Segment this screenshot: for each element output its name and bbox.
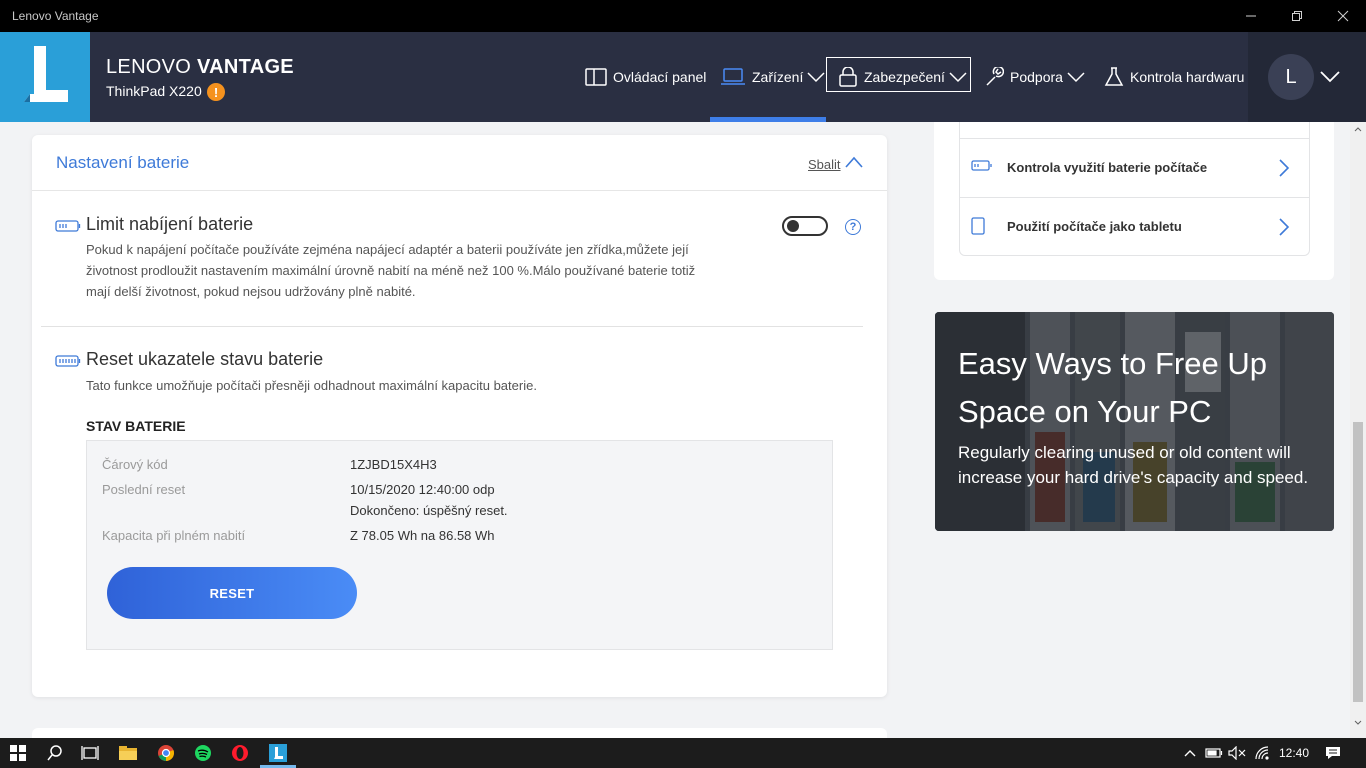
right-panel: Kontrola využití baterie počítače Použit… (910, 122, 1350, 738)
warning-icon[interactable]: ! (207, 83, 225, 101)
section-divider (41, 326, 863, 327)
capacity-label: Kapacita při plném nabití (102, 528, 246, 543)
laptop-icon (721, 68, 745, 85)
folder-icon (119, 746, 137, 760)
restore-button[interactable] (1274, 0, 1320, 32)
tablet-icon (971, 217, 985, 240)
search-button[interactable] (37, 738, 73, 768)
gauge-reset-description: Tato funkce umožňuje počítači přesněji o… (86, 378, 537, 393)
windows-icon (10, 745, 26, 761)
list-item-label: Kontrola využití baterie počítače (1007, 160, 1208, 175)
list-item[interactable]: Použití počítače jako tabletu (960, 197, 1309, 256)
card-header: Nastavení baterie Sbalit (32, 135, 887, 191)
quick-links-card: Kontrola využití baterie počítače Použit… (934, 122, 1334, 280)
battery-status-title: STAV BATERIE (86, 418, 186, 434)
list-item[interactable]: Kontrola využití baterie počítače (960, 138, 1309, 197)
chevron-down-icon (807, 72, 825, 83)
charge-limit-title: Limit nabíjení baterie (86, 214, 254, 234)
last-reset-value: 10/15/2020 12:40:00 odp (350, 482, 495, 497)
next-card (32, 728, 887, 738)
scroll-down-icon[interactable] (1354, 720, 1362, 726)
chrome-button[interactable] (148, 738, 184, 768)
nav-dashboard[interactable]: Ovládací panel (585, 32, 706, 122)
quick-links-list: Kontrola využití baterie počítače Použit… (959, 122, 1310, 256)
restore-icon (1292, 11, 1302, 21)
reset-button[interactable]: RESET (107, 567, 357, 619)
collapse-link[interactable]: Sbalit (808, 157, 841, 172)
battery-settings-card: Nastavení baterie Sbalit Limit nabíjení … (32, 135, 887, 697)
lenovo-vantage-taskbar-button[interactable] (260, 738, 296, 768)
main-content: Nastavení baterie Sbalit Limit nabíjení … (0, 122, 910, 738)
lenovo-l-logo-icon (24, 46, 68, 102)
close-icon (1337, 10, 1349, 22)
wifi-icon (1255, 746, 1269, 760)
last-reset-label: Poslední reset (102, 482, 186, 497)
spotify-button[interactable] (185, 738, 221, 768)
nav-support[interactable]: Podpora (984, 32, 1085, 122)
opera-icon (232, 745, 248, 761)
banner-text: Regularly clearing unused or old content… (958, 443, 1309, 487)
scrollbar[interactable] (1350, 122, 1366, 738)
gauge-reset-title: Reset ukazatele stavu baterie (86, 349, 324, 369)
taskbar-clock[interactable]: 12:40 (1279, 746, 1309, 760)
wrench-icon (986, 67, 1004, 86)
battery-full-icon (55, 354, 81, 372)
volume-muted-icon (1228, 746, 1246, 760)
chevron-right-icon (1278, 217, 1290, 242)
chrome-icon (158, 745, 174, 761)
battery-icon (55, 219, 81, 237)
file-explorer-button[interactable] (110, 738, 146, 768)
chevron-right-icon (1278, 158, 1290, 183)
window-title: Lenovo Vantage (12, 9, 99, 23)
nav-hardware-scan[interactable]: Kontrola hardwaru (1104, 32, 1244, 122)
chevron-up-icon (1184, 750, 1196, 757)
banner-title: Easy Ways to Free Up Space on Your PC (958, 346, 1267, 429)
dashboard-icon (585, 68, 607, 86)
charge-limit-toggle[interactable] (782, 216, 828, 236)
charge-limit-description: Pokud k napájení počítače používáte zejm… (86, 242, 696, 299)
battery-check-icon (971, 159, 993, 177)
chevron-down-icon (1067, 72, 1085, 83)
article-banner[interactable]: Easy Ways to Free Up Space on Your PC Re… (935, 312, 1334, 531)
scroll-up-icon[interactable] (1354, 126, 1362, 132)
window-titlebar: Lenovo Vantage (0, 0, 1366, 32)
app-header: LENOVO VANTAGE ThinkPad X220 ! Ovládací … (0, 32, 1366, 122)
network-button[interactable] (1245, 738, 1281, 768)
opera-button[interactable] (222, 738, 258, 768)
taskbar: 12:40 (0, 738, 1366, 768)
avatar[interactable]: L (1268, 54, 1314, 100)
close-button[interactable] (1320, 0, 1366, 32)
list-item-label: Použití počítače jako tabletu (1007, 219, 1182, 234)
barcode-label: Čárový kód (102, 457, 168, 472)
nav-security[interactable]: Zabezpečení (838, 32, 967, 122)
lenovo-vantage-logo[interactable] (0, 32, 90, 122)
chevron-up-icon[interactable] (844, 155, 864, 169)
minimize-button[interactable] (1228, 0, 1274, 32)
notifications-button[interactable] (1315, 738, 1351, 768)
lock-icon (839, 67, 857, 87)
notification-icon (1326, 747, 1340, 759)
help-icon[interactable]: ? (845, 219, 861, 235)
chevron-down-icon (949, 72, 967, 83)
task-view-icon (81, 746, 99, 760)
capacity-value: Z 78.05 Wh na 86.58 Wh (350, 528, 495, 543)
account-menu[interactable]: L (1248, 32, 1366, 122)
battery-status-panel: Čárový kód 1ZJBD15X4H3 Poslední reset 10… (86, 440, 833, 650)
spotify-icon (195, 745, 211, 761)
flask-icon (1104, 67, 1124, 86)
barcode-value: 1ZJBD15X4H3 (350, 457, 437, 472)
device-name: ThinkPad X220 (106, 83, 202, 99)
minimize-icon (1246, 15, 1256, 17)
card-title: Nastavení baterie (56, 153, 190, 172)
task-view-button[interactable] (72, 738, 108, 768)
chevron-down-icon (1320, 71, 1340, 83)
search-icon (47, 745, 62, 761)
toggle-knob (787, 220, 799, 232)
lenovo-vantage-icon (269, 744, 287, 762)
start-button[interactable] (0, 738, 36, 768)
last-reset-result: Dokončeno: úspěšný reset. (350, 503, 508, 518)
scroll-thumb[interactable] (1353, 422, 1363, 702)
nav-device[interactable]: Zařízení (720, 32, 825, 122)
brand-name: LENOVO VANTAGE (106, 56, 294, 78)
